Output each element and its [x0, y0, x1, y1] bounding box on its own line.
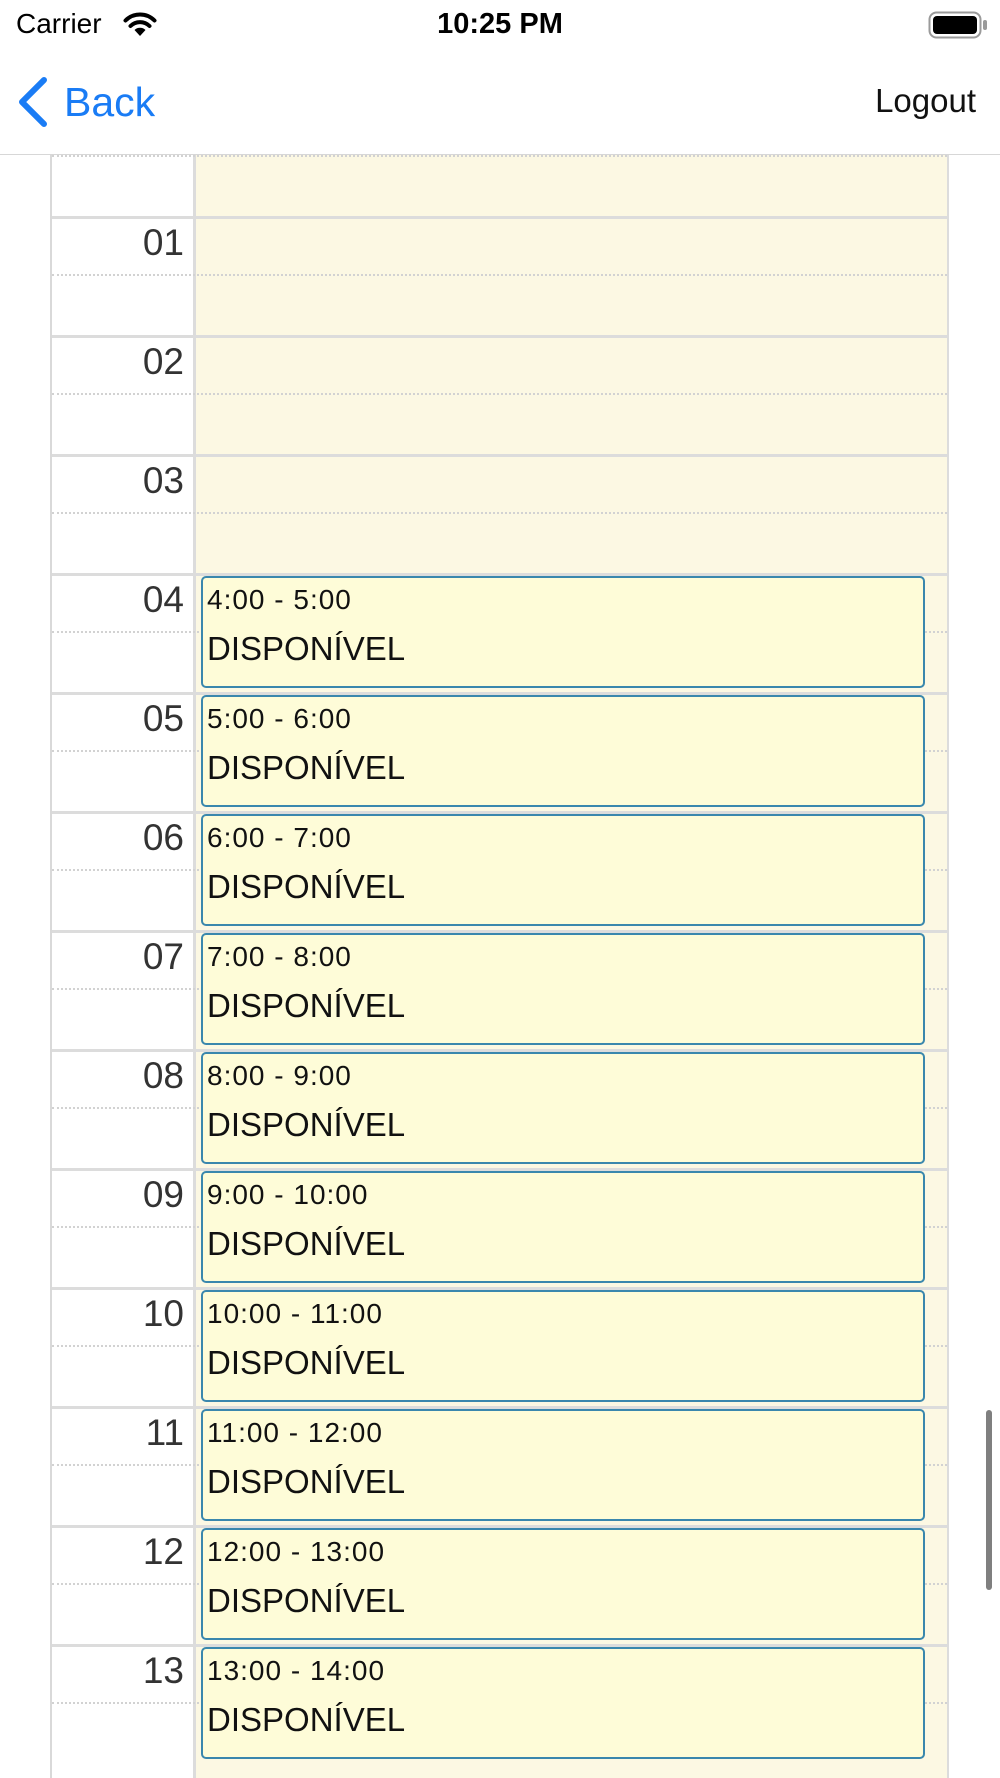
hour-row: 02 — [52, 335, 947, 454]
event-title: DISPONÍVEL — [207, 987, 406, 1024]
hour-label: 12 — [142, 1531, 184, 1572]
logout-button[interactable]: Logout — [875, 82, 976, 120]
event-time: 11:00 - 12:00 — [207, 1417, 383, 1448]
half-hour-divider — [52, 393, 947, 395]
chevron-left-icon — [19, 77, 47, 127]
event-title: DISPONÍVEL — [207, 630, 406, 667]
half-hour-divider — [52, 512, 947, 514]
event-title: DISPONÍVEL — [207, 1701, 406, 1738]
day-column-right-border — [947, 155, 949, 1778]
event-block[interactable]: 7:00 - 8:00 DISPONÍVEL — [201, 933, 925, 1045]
hour-label: 13 — [142, 1650, 184, 1691]
navigation-bar: Back Logout — [0, 52, 1000, 155]
event-time: 6:00 - 7:00 — [207, 822, 352, 853]
event-block[interactable]: 13:00 - 14:00 DISPONÍVEL — [201, 1647, 925, 1759]
event-block[interactable]: 11:00 - 12:00 DISPONÍVEL — [201, 1409, 925, 1521]
hour-label: 02 — [142, 341, 184, 382]
event-time: 12:00 - 13:00 — [207, 1536, 386, 1567]
half-hour-divider — [52, 155, 947, 157]
hour-row: 00 — [52, 155, 947, 216]
scroll-indicator[interactable] — [986, 1410, 992, 1590]
event-time: 13:00 - 14:00 — [207, 1655, 386, 1686]
event-title: DISPONÍVEL — [207, 749, 406, 786]
event-block[interactable]: 5:00 - 6:00 DISPONÍVEL — [201, 695, 925, 807]
hour-row: 01 — [52, 216, 947, 335]
event-block[interactable]: 4:00 - 5:00 DISPONÍVEL — [201, 576, 925, 688]
event-block[interactable]: 12:00 - 13:00 DISPONÍVEL — [201, 1528, 925, 1640]
event-time: 5:00 - 6:00 — [207, 703, 352, 734]
back-label: Back — [64, 78, 156, 125]
event-time: 9:00 - 10:00 — [207, 1179, 369, 1210]
hour-label: 05 — [142, 698, 184, 739]
hour-label: 10 — [142, 1293, 184, 1334]
hour-divider — [52, 216, 947, 219]
event-title: DISPONÍVEL — [207, 1106, 406, 1143]
status-bar: Carrier 10:25 PM — [0, 0, 1000, 52]
half-hour-divider — [52, 274, 947, 276]
hour-label: 03 — [142, 460, 184, 501]
hour-label: 06 — [142, 817, 184, 858]
hour-label: 09 — [142, 1174, 184, 1215]
event-title: DISPONÍVEL — [207, 1582, 406, 1619]
event-time: 8:00 - 9:00 — [207, 1060, 352, 1091]
event-title: DISPONÍVEL — [207, 868, 406, 905]
event-time: 10:00 - 11:00 — [207, 1298, 383, 1329]
back-button[interactable]: Back — [16, 72, 155, 132]
hour-label: 11 — [145, 1412, 184, 1453]
event-block[interactable]: 10:00 - 11:00 DISPONÍVEL — [201, 1290, 925, 1402]
hour-divider — [52, 454, 947, 457]
event-block[interactable]: 6:00 - 7:00 DISPONÍVEL — [201, 814, 925, 926]
hour-label: 01 — [142, 222, 184, 263]
event-title: DISPONÍVEL — [207, 1344, 406, 1381]
screen: Carrier 10:25 PM Back Logout 01 02 03 04… — [0, 0, 1000, 1778]
clock: 10:25 PM — [437, 8, 563, 40]
hour-row: 03 — [52, 454, 947, 573]
event-title: DISPONÍVEL — [207, 1225, 406, 1262]
event-block[interactable]: 9:00 - 10:00 DISPONÍVEL — [201, 1171, 925, 1283]
event-time: 7:00 - 8:00 — [207, 941, 352, 972]
hour-label: 07 — [142, 936, 184, 977]
event-time: 4:00 - 5:00 — [207, 584, 352, 615]
hour-divider — [52, 335, 947, 338]
battery-icon — [928, 10, 988, 40]
event-block[interactable]: 8:00 - 9:00 DISPONÍVEL — [201, 1052, 925, 1164]
hour-label: 04 — [142, 579, 184, 620]
hour-label: 08 — [142, 1055, 184, 1096]
calendar-day-view[interactable]: 00 01 02 03 04 05 06 07 08 09 10 11 12 13 4:00 - 5:00… — [0, 155, 1000, 1778]
event-title: DISPONÍVEL — [207, 1463, 406, 1500]
